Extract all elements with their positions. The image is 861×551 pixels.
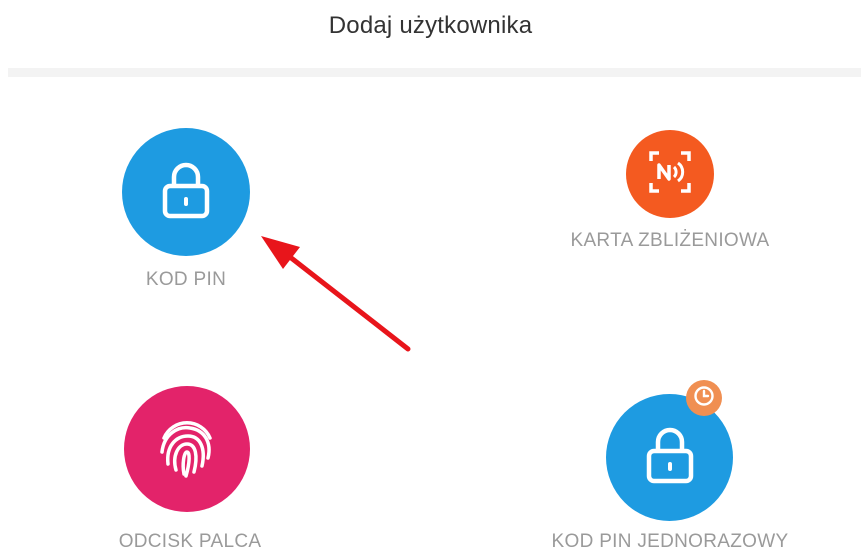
option-pin-code[interactable]: KOD PIN [110,128,280,298]
option-proximity-card[interactable]: KARTA ZBLIŻENIOWA [535,130,805,260]
one-time-pin-label: KOD PIN JEDNORAZOWY [551,531,789,551]
page-title: Dodaj użytkownika [328,12,533,39]
lock-icon [644,425,696,490]
proximity-card-circle [626,130,714,218]
header-divider [8,68,861,77]
clock-icon [692,384,716,413]
proximity-card-label: KARTA ZBLIŻENIOWA [570,230,770,251]
fingerprint-icon [152,412,222,487]
fingerprint-label: ODCISK PALCA [118,531,262,551]
pin-code-label: KOD PIN [145,269,227,290]
option-fingerprint[interactable]: ODCISK PALCA [90,386,290,551]
lock-icon [160,160,212,225]
pin-code-circle [122,128,250,256]
fingerprint-circle [124,386,250,512]
add-user-screen: Dodaj użytkownika KOD PIN KARTA ZBLIŻENI… [0,0,861,551]
timer-badge [686,380,722,416]
one-time-pin-circle [606,394,733,521]
nfc-card-icon [645,147,695,202]
option-one-time-pin[interactable]: KOD PIN JEDNORAZOWY [520,380,820,551]
